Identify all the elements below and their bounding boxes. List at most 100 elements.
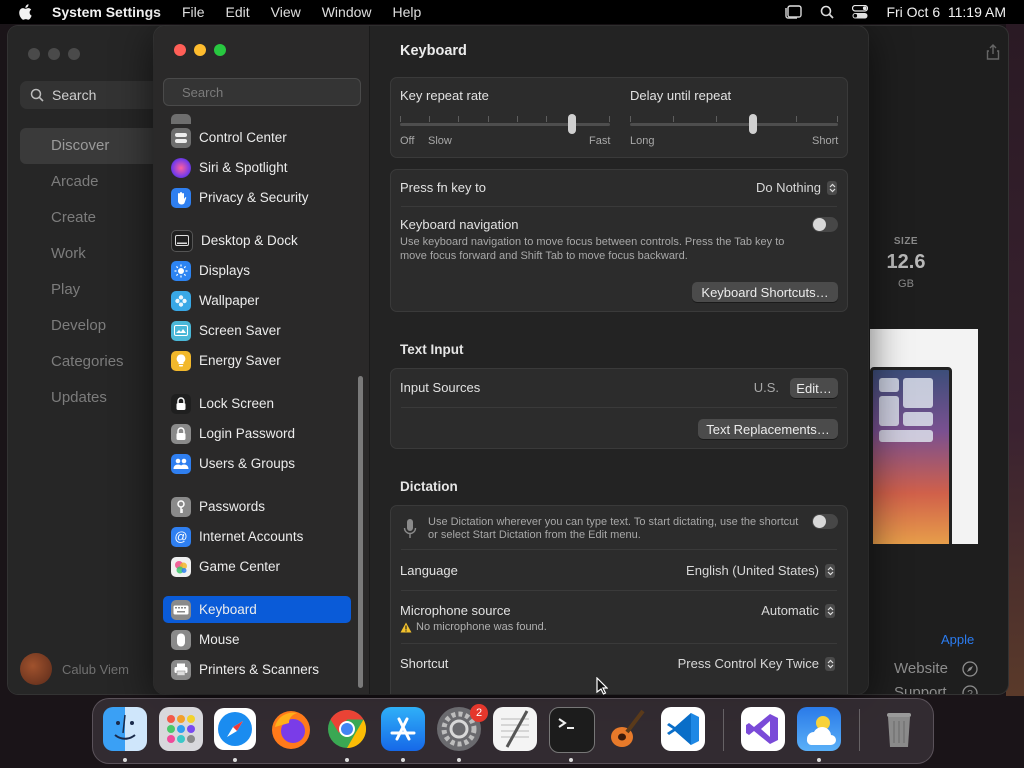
key-repeat-slider-knob[interactable]: [568, 114, 577, 134]
dock-safari[interactable]: [213, 707, 257, 751]
divider: [401, 549, 837, 550]
dock-finder[interactable]: [103, 707, 147, 751]
dock-weather[interactable]: [797, 707, 841, 751]
fn-key-popup[interactable]: Do Nothing: [756, 180, 837, 195]
app-store-nav-develop[interactable]: Develop: [20, 308, 170, 344]
sidebar-item-wallpaper[interactable]: Wallpaper: [163, 287, 351, 314]
desktop-wallpaper: [1006, 24, 1024, 696]
menu-window[interactable]: Window: [322, 4, 372, 20]
app-screenshot[interactable]: [870, 329, 978, 544]
sidebar-item-label: Mouse: [199, 632, 240, 647]
keyboard-options-card: Press fn key to Do Nothing Keyboard navi…: [390, 169, 848, 312]
app-store-nav-updates[interactable]: Updates: [20, 380, 170, 416]
app-store-nav-work[interactable]: Work: [20, 236, 170, 272]
sidebar-item-label: Game Center: [199, 559, 281, 574]
microphone-source-popup[interactable]: Automatic: [761, 603, 835, 618]
sidebar-item-internet-accounts[interactable]: @ Internet Accounts: [163, 523, 351, 550]
page-title: Keyboard: [400, 43, 467, 59]
sidebar-item-privacy-security[interactable]: Privacy & Security: [163, 184, 351, 211]
lock-icon: [171, 393, 191, 414]
app-store-nav-play[interactable]: Play: [20, 272, 170, 308]
menu-view[interactable]: View: [271, 4, 301, 20]
dock-garageband[interactable]: [605, 707, 649, 751]
control-center-icon[interactable]: [852, 5, 869, 19]
dock-trash[interactable]: [877, 707, 921, 751]
sidebar-item-printers-scanners[interactable]: Printers & Scanners: [163, 656, 351, 683]
menu-clock[interactable]: Fri Oct 6 11:19 AM: [886, 4, 1006, 20]
dock-textedit[interactable]: [493, 707, 537, 751]
stage-manager-icon[interactable]: [784, 5, 803, 19]
menu-edit[interactable]: Edit: [226, 4, 250, 20]
settings-search-field[interactable]: [163, 78, 361, 106]
dock-firefox[interactable]: [269, 707, 313, 751]
screen-saver-icon: [171, 320, 191, 341]
dock-visual-studio[interactable]: [741, 707, 785, 751]
share-icon[interactable]: [986, 44, 1000, 60]
input-sources-label: Input Sources: [400, 380, 481, 395]
sidebar-item-lock-screen[interactable]: Lock Screen: [163, 390, 351, 417]
sidebar-item-game-center[interactable]: Game Center: [163, 553, 351, 580]
sidebar-item-energy-saver[interactable]: Energy Saver: [163, 347, 351, 374]
text-input-heading: Text Input: [400, 342, 464, 357]
at-icon: @: [171, 526, 191, 547]
app-store-nav-create[interactable]: Create: [20, 200, 170, 236]
dock-separator: [723, 709, 724, 751]
app-store-nav-discover[interactable]: Discover: [20, 128, 170, 164]
edit-input-sources-button[interactable]: Edit…: [790, 378, 838, 398]
dictation-language-label: Language: [400, 563, 458, 578]
close-button[interactable]: [174, 44, 186, 56]
system-settings-window[interactable]: Control Center Siri & Spotlight Privacy …: [154, 26, 868, 694]
support-link[interactable]: Support ?: [894, 684, 978, 694]
sidebar-item-mouse[interactable]: Mouse: [163, 626, 351, 653]
dictation-shortcut-popup[interactable]: Press Control Key Twice: [678, 656, 835, 671]
sidebar-item-displays[interactable]: Displays: [163, 257, 351, 284]
dock-app-store[interactable]: [381, 707, 425, 751]
sidebar-item-desktop-dock[interactable]: Desktop & Dock: [163, 227, 351, 254]
website-link[interactable]: Website: [894, 660, 978, 677]
app-size-label: SIZE: [893, 236, 919, 247]
sidebar-item-siri-spotlight[interactable]: Siri & Spotlight: [163, 154, 351, 181]
dock-chrome[interactable]: [325, 707, 369, 751]
app-store-account[interactable]: Calub Viem: [20, 653, 129, 685]
sidebar-item-control-center[interactable]: Control Center: [163, 124, 351, 151]
delay-repeat-slider-knob[interactable]: [748, 114, 757, 134]
app-store-nav-categories[interactable]: Categories: [20, 344, 170, 380]
input-sources-value: U.S.: [753, 380, 779, 395]
keyboard-shortcuts-button[interactable]: Keyboard Shortcuts…: [692, 282, 838, 302]
menu-app-name[interactable]: System Settings: [52, 4, 161, 20]
keyboard-navigation-toggle[interactable]: [812, 217, 838, 232]
delay-repeat-slider[interactable]: [630, 112, 838, 136]
zoom-button[interactable]: [214, 44, 226, 56]
sidebar-item-screen-saver[interactable]: Screen Saver: [163, 317, 351, 344]
warning-icon: [400, 622, 412, 632]
sidebar-item-login-password[interactable]: Login Password: [163, 420, 351, 447]
key-icon: [171, 496, 191, 517]
sidebar-item-passwords[interactable]: Passwords: [163, 493, 351, 520]
text-replacements-button[interactable]: Text Replacements…: [698, 419, 838, 439]
slider-track: [630, 123, 838, 126]
developer-link[interactable]: Apple: [941, 632, 974, 647]
dictation-language-popup[interactable]: English (United States): [686, 563, 835, 578]
sidebar-item-keyboard[interactable]: Keyboard: [163, 596, 351, 623]
apple-logo-icon[interactable]: [18, 4, 32, 20]
dock-launchpad[interactable]: [159, 707, 203, 751]
app-store-nav-arcade[interactable]: Arcade: [20, 164, 170, 200]
settings-search-input[interactable]: [180, 83, 360, 101]
dictation-toggle[interactable]: [812, 514, 838, 529]
app-store-search-field[interactable]: Search: [20, 81, 170, 109]
key-repeat-slider[interactable]: [400, 112, 610, 136]
keyboard-navigation-label: Keyboard navigation: [400, 217, 519, 232]
dock: 2: [92, 698, 934, 764]
dock-terminal[interactable]: [549, 707, 595, 753]
sidebar-item-users-groups[interactable]: Users & Groups: [163, 450, 351, 477]
visual-studio-icon: [746, 714, 778, 744]
dock-vscode[interactable]: [661, 707, 705, 751]
menu-help[interactable]: Help: [393, 4, 422, 20]
delay-long-label: Long: [630, 135, 655, 147]
app-store-window-controls[interactable]: [28, 48, 80, 60]
bulb-icon: [171, 350, 191, 371]
menu-file[interactable]: File: [182, 4, 205, 20]
sidebar-scrollbar[interactable]: [358, 376, 363, 688]
spotlight-search-icon[interactable]: [820, 5, 835, 19]
minimize-button[interactable]: [194, 44, 206, 56]
